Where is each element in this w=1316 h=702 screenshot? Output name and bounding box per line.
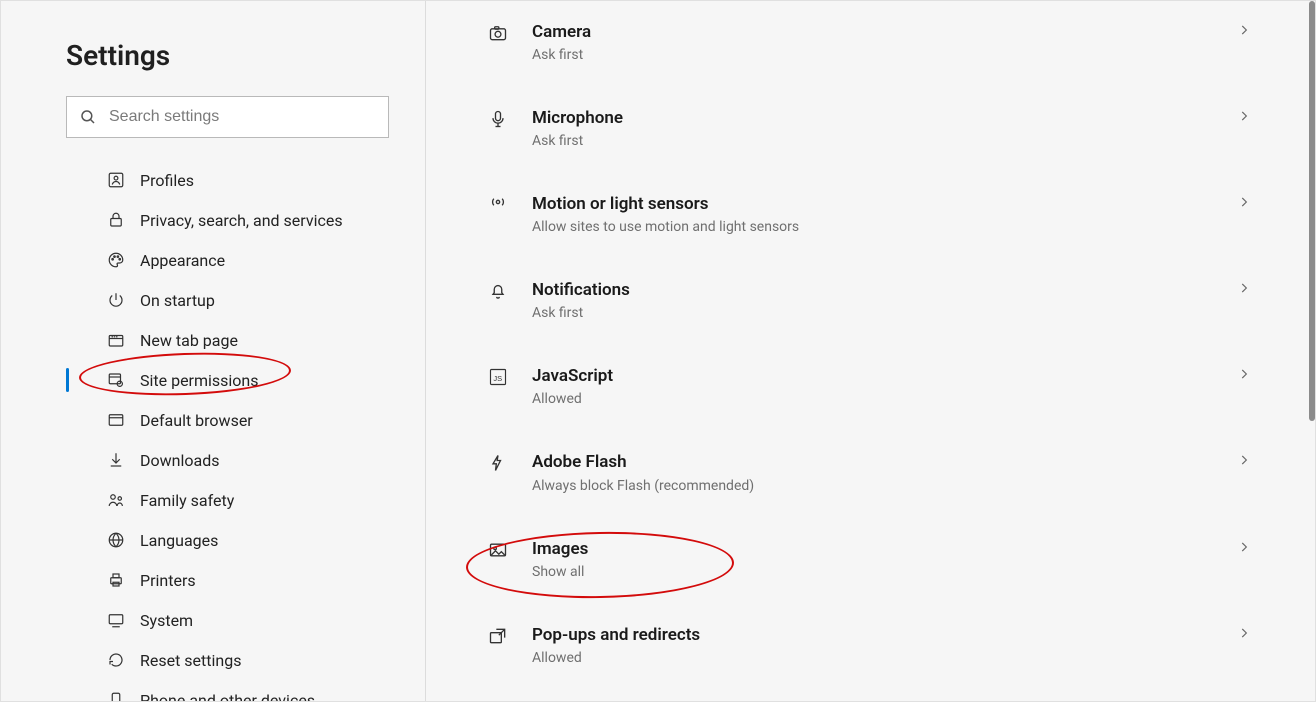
sidebar-item-default-browser[interactable]: Default browser (1, 400, 425, 440)
permission-title: Images (532, 538, 1237, 560)
scrollbar-thumb[interactable] (1309, 1, 1315, 421)
browser-icon (106, 410, 126, 430)
permission-sub: Allowed (532, 391, 1237, 407)
permission-sub: Allowed (532, 650, 1237, 666)
permission-sub: Ask first (532, 305, 1237, 321)
permission-row-popups[interactable]: Pop-ups and redirects Allowed (486, 602, 1275, 688)
lock-icon (106, 210, 126, 230)
permission-row-camera[interactable]: Camera Ask first (486, 1, 1275, 85)
search-input[interactable] (107, 107, 376, 127)
chevron-right-icon (1237, 626, 1251, 640)
svg-text:JS: JS (493, 375, 502, 384)
permission-row-notifications[interactable]: Notifications Ask first (486, 257, 1275, 343)
permission-row-motion[interactable]: Motion or light sensors Allow sites to u… (486, 171, 1275, 257)
settings-nav-list: Profiles Privacy, search, and services (1, 160, 425, 702)
popup-icon (486, 626, 510, 646)
sidebar-item-label: Default browser (140, 411, 253, 430)
sidebar-item-profiles[interactable]: Profiles (1, 160, 425, 200)
sidebar-item-newtab[interactable]: New tab page (1, 320, 425, 360)
sidebar-item-languages[interactable]: Languages (1, 520, 425, 560)
permission-sub: Always block Flash (recommended) (532, 478, 1237, 494)
search-icon (79, 108, 97, 126)
permission-row-ads[interactable]: Ads Blocked (486, 688, 1275, 701)
palette-icon (106, 250, 126, 270)
reset-icon (106, 650, 126, 670)
printer-icon (106, 570, 126, 590)
sidebar-item-startup[interactable]: On startup (1, 280, 425, 320)
sidebar-item-label: Site permissions (140, 371, 259, 390)
permission-row-microphone[interactable]: Microphone Ask first (486, 85, 1275, 171)
scrollbar-track[interactable] (1305, 1, 1315, 701)
permission-title: Camera (532, 21, 1237, 43)
chevron-right-icon (1237, 540, 1251, 554)
chevron-right-icon (1237, 281, 1251, 295)
sidebar-item-reset[interactable]: Reset settings (1, 640, 425, 680)
chevron-right-icon (1237, 109, 1251, 123)
sidebar-item-label: Languages (140, 531, 218, 550)
permission-row-flash[interactable]: Adobe Flash Always block Flash (recommen… (486, 429, 1275, 515)
permission-sub: Ask first (532, 47, 1237, 63)
sidebar-item-phone[interactable]: Phone and other devices (1, 680, 425, 702)
permissions-list: Camera Ask first Microphone Ask first (426, 1, 1275, 701)
sidebar-item-label: Privacy, search, and services (140, 211, 343, 230)
permission-sub: Show all (532, 564, 1237, 580)
profile-icon (106, 170, 126, 190)
search-box[interactable] (66, 96, 389, 138)
sidebar-item-downloads[interactable]: Downloads (1, 440, 425, 480)
sidebar-item-appearance[interactable]: Appearance (1, 240, 425, 280)
javascript-icon: JS (486, 367, 510, 387)
system-icon (106, 610, 126, 630)
sidebar-item-family[interactable]: Family safety (1, 480, 425, 520)
microphone-icon (486, 109, 510, 129)
permissions-panel: Camera Ask first Microphone Ask first (426, 1, 1315, 701)
permission-title: Pop-ups and redirects (532, 624, 1237, 646)
sidebar-item-label: Appearance (140, 251, 225, 270)
sidebar-item-label: Reset settings (140, 651, 241, 670)
permission-title: JavaScript (532, 365, 1237, 387)
family-icon (106, 490, 126, 510)
bell-icon (486, 281, 510, 301)
sidebar-item-site-permissions[interactable]: Site permissions (1, 360, 425, 400)
search-wrap (66, 96, 389, 138)
chevron-right-icon (1237, 367, 1251, 381)
sidebar-item-printers[interactable]: Printers (1, 560, 425, 600)
download-icon (106, 450, 126, 470)
sidebar-item-system[interactable]: System (1, 600, 425, 640)
sidebar-item-label: System (140, 611, 193, 630)
site-permissions-icon (106, 370, 126, 390)
motion-sensor-icon (486, 195, 510, 209)
settings-sidebar: Settings (1, 1, 426, 701)
permission-title: Adobe Flash (532, 451, 1237, 473)
flash-icon (486, 453, 510, 473)
chevron-right-icon (1237, 195, 1251, 209)
sidebar-item-privacy[interactable]: Privacy, search, and services (1, 200, 425, 240)
languages-icon (106, 530, 126, 550)
camera-icon (486, 23, 510, 43)
page-title: Settings (66, 39, 425, 72)
sidebar-item-label: New tab page (140, 331, 238, 350)
chevron-right-icon (1237, 23, 1251, 37)
newtab-icon (106, 330, 126, 350)
permission-sub: Ask first (532, 133, 1237, 149)
sidebar-item-label: Profiles (140, 171, 194, 190)
phone-icon (106, 690, 126, 702)
permission-title: Notifications (532, 279, 1237, 301)
permission-row-javascript[interactable]: JS JavaScript Allowed (486, 343, 1275, 429)
power-icon (106, 290, 126, 310)
permission-row-images[interactable]: Images Show all (486, 516, 1275, 602)
sidebar-item-label: Family safety (140, 491, 234, 510)
permission-sub: Allow sites to use motion and light sens… (532, 219, 1237, 235)
sidebar-item-label: Printers (140, 571, 196, 590)
permission-title: Motion or light sensors (532, 193, 1237, 215)
sidebar-item-label: Downloads (140, 451, 219, 470)
sidebar-item-label: Phone and other devices (140, 691, 315, 702)
sidebar-item-label: On startup (140, 291, 215, 310)
permission-title: Microphone (532, 107, 1237, 129)
image-icon (486, 540, 510, 560)
chevron-right-icon (1237, 453, 1251, 467)
